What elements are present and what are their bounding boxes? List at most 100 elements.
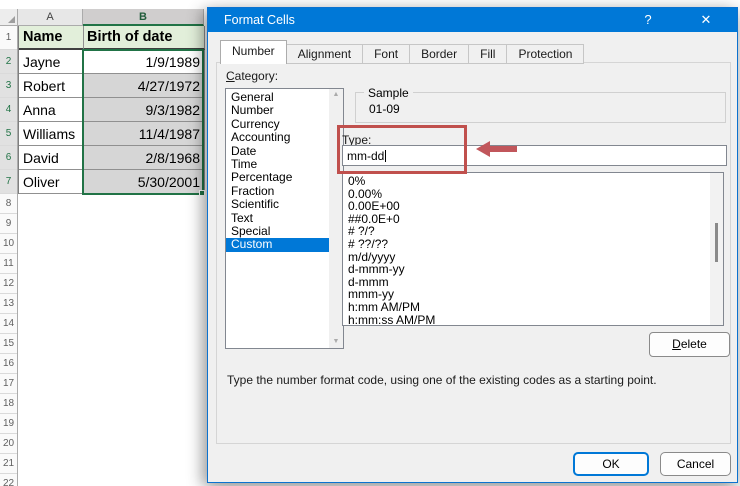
table-row: Jayne 1/9/1989 (19, 50, 205, 74)
tab[interactable]: Number (220, 40, 287, 64)
row-header[interactable]: 16 (0, 354, 17, 374)
row-header[interactable]: 15 (0, 334, 17, 354)
cell-b1-date-header[interactable]: Birth of date (84, 26, 205, 50)
date-cell[interactable]: 4/27/1972 (84, 74, 205, 98)
row-header[interactable]: 7 (0, 170, 17, 194)
category-item[interactable]: Date (226, 144, 343, 158)
category-listbox[interactable]: General Number Currency Accounting Date … (225, 88, 344, 349)
format-code-item[interactable]: 0.00E+00 (348, 200, 723, 213)
category-item[interactable]: Special (226, 224, 343, 238)
scroll-up-icon[interactable]: ▲ (329, 89, 343, 101)
format-code-item[interactable]: 0.00% (348, 187, 723, 201)
row-header[interactable]: 6 (0, 146, 17, 170)
row-header[interactable]: 3 (0, 74, 17, 98)
delete-button[interactable]: Delete (649, 332, 730, 357)
column-header-b[interactable]: B (83, 9, 204, 26)
table-row: Oliver 5/30/2001 (19, 170, 205, 194)
format-code-item[interactable]: # ?/? (348, 225, 723, 238)
category-item[interactable]: Currency (226, 117, 343, 131)
name-cell[interactable]: David (19, 146, 84, 170)
scroll-down-icon[interactable]: ▼ (329, 336, 343, 348)
row-header[interactable]: 10 (0, 234, 17, 254)
category-label: Category: (226, 69, 279, 83)
row-header[interactable]: 20 (0, 434, 17, 454)
row-header[interactable]: 4 (0, 98, 17, 122)
date-cell[interactable]: 1/9/1989 (84, 50, 205, 74)
type-input[interactable]: mm-dd (342, 145, 727, 166)
row-header[interactable]: 14 (0, 314, 17, 334)
format-code-item[interactable]: d-mmm-yy (348, 263, 723, 276)
table-row: Williams 11/4/1987 (19, 122, 205, 146)
format-code-item[interactable]: ##0.0E+0 (348, 213, 723, 226)
sample-groupbox: Sample 01-09 (355, 86, 726, 123)
row-header[interactable]: 12 (0, 274, 17, 294)
category-item[interactable]: Fraction (226, 184, 343, 198)
name-cell[interactable]: Anna (19, 98, 84, 122)
format-cells-dialog: Format Cells ? ✕ Number Alignment Font B… (207, 7, 738, 483)
format-code-item[interactable]: 0% (348, 175, 723, 188)
row-header[interactable]: 5 (0, 122, 17, 146)
select-all-button[interactable] (0, 9, 18, 26)
codes-scrollbar[interactable] (710, 173, 723, 325)
category-item[interactable]: Accounting (226, 130, 343, 144)
table-row: David 2/8/1968 (19, 146, 205, 170)
format-code-item[interactable]: # ??/?? (348, 238, 723, 251)
tab-strip: Number Alignment Font Border Fill Protec… (220, 40, 585, 64)
category-scrollbar[interactable]: ▲ ▼ (329, 89, 343, 348)
format-codes-listbox[interactable]: 0% 0.00% 0.00E+00 ##0.0E+0 # ?/? # ??/??… (342, 172, 724, 326)
codes-scrollbar-thumb[interactable] (715, 223, 718, 262)
row-header[interactable]: 22 (0, 474, 17, 486)
column-header-a[interactable]: A (18, 9, 83, 26)
row-header[interactable]: 2 (0, 50, 17, 74)
table-header-row: Name Birth of date (19, 26, 205, 50)
tab[interactable]: Alignment (285, 44, 364, 64)
table-row: Anna 9/3/1982 (19, 98, 205, 122)
dialog-title: Format Cells (224, 13, 295, 27)
category-item[interactable]: Custom (226, 238, 343, 252)
format-code-item[interactable]: h:mm AM/PM (348, 301, 723, 314)
description-text: Type the number format code, using one o… (227, 373, 657, 387)
tab[interactable]: Fill (468, 44, 508, 64)
cell-grid: Name Birth of date Jayne 1/9/1989 Robert… (18, 26, 205, 194)
format-code-item[interactable]: h:mm:ss AM/PM (348, 313, 723, 325)
tab[interactable]: Font (362, 44, 411, 64)
tab[interactable]: Border (409, 44, 470, 64)
row-header[interactable]: 13 (0, 294, 17, 314)
row-header[interactable]: 8 (0, 194, 17, 214)
column-header-strip: A B (0, 9, 204, 26)
screen: A B 1 2 3 4 5 6 7 8 9 10 11 12 13 14 15 … (0, 0, 740, 486)
name-cell[interactable]: Williams (19, 122, 84, 146)
category-item[interactable]: Percentage (226, 171, 343, 185)
row-header[interactable]: 9 (0, 214, 17, 234)
format-code-item[interactable]: d-mmm (348, 276, 723, 289)
date-cell[interactable]: 2/8/1968 (84, 146, 205, 170)
name-cell[interactable]: Jayne (19, 50, 84, 74)
row-header[interactable]: 18 (0, 394, 17, 414)
category-item[interactable]: General (226, 90, 343, 104)
tab[interactable]: Protection (506, 44, 585, 64)
cancel-button[interactable]: Cancel (660, 452, 731, 476)
ok-button[interactable]: OK (573, 452, 649, 476)
date-cell[interactable]: 11/4/1987 (84, 122, 205, 146)
category-item[interactable]: Text (226, 211, 343, 225)
row-header[interactable]: 19 (0, 414, 17, 434)
category-item[interactable]: Number (226, 103, 343, 117)
category-item[interactable]: Scientific (226, 197, 343, 211)
sample-label: Sample (364, 86, 413, 100)
row-number-gutter: 1 2 3 4 5 6 7 8 9 10 11 12 13 14 15 16 1… (0, 26, 18, 486)
date-cell[interactable]: 9/3/1982 (84, 98, 205, 122)
row-header[interactable]: 17 (0, 374, 17, 394)
name-cell[interactable]: Oliver (19, 170, 84, 194)
row-header[interactable]: 11 (0, 254, 17, 274)
help-button[interactable]: ? (631, 8, 665, 32)
row-header[interactable]: 21 (0, 454, 17, 474)
text-cursor (385, 150, 387, 162)
close-icon[interactable]: ✕ (689, 8, 723, 32)
date-cell[interactable]: 5/30/2001 (84, 170, 205, 194)
cell-a1-name-header[interactable]: Name (19, 26, 84, 50)
category-item[interactable]: Time (226, 157, 343, 171)
table-row: Robert 4/27/1972 (19, 74, 205, 98)
name-cell[interactable]: Robert (19, 74, 84, 98)
row-header-1[interactable]: 1 (0, 26, 17, 50)
select-all-icon (8, 16, 15, 23)
